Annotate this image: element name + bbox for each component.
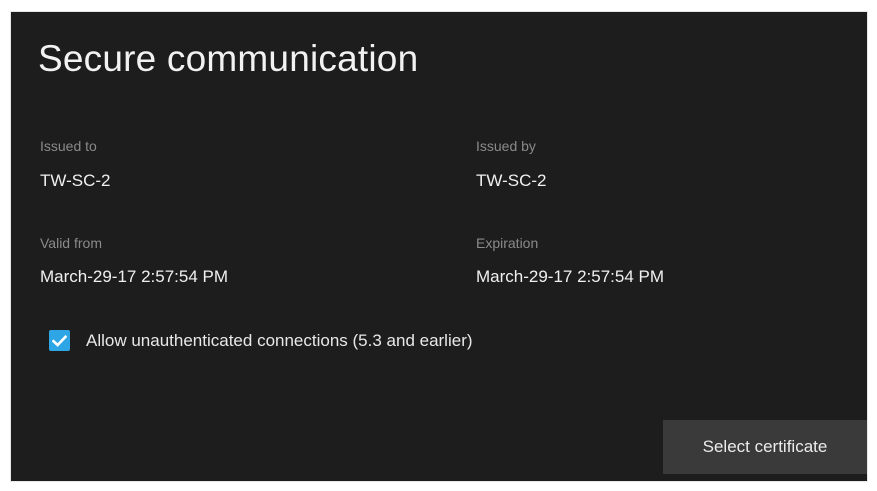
- allow-unauthenticated-option[interactable]: Allow unauthenticated connections (5.3 a…: [49, 330, 473, 351]
- allow-unauthenticated-checkbox[interactable]: [49, 330, 70, 351]
- expiration-label: Expiration: [476, 235, 539, 251]
- valid-from-label: Valid from: [40, 235, 102, 251]
- issued-by-value: TW-SC-2: [476, 171, 547, 190]
- valid-from-value: March-29-17 2:57:54 PM: [40, 267, 229, 286]
- checkmark-icon: [52, 334, 67, 347]
- issued-to-value: TW-SC-2: [40, 171, 111, 190]
- panel-title: Secure communication: [38, 38, 419, 79]
- allow-unauthenticated-label: Allow unauthenticated connections (5.3 a…: [86, 330, 473, 350]
- issued-to-label: Issued to: [40, 138, 97, 154]
- expiration-value: March-29-17 2:57:54 PM: [476, 267, 665, 286]
- secure-communication-panel: Secure communication Issued to TW-SC-2 I…: [10, 11, 868, 482]
- issued-by-label: Issued by: [476, 138, 536, 154]
- select-certificate-button[interactable]: Select certificate: [663, 420, 867, 474]
